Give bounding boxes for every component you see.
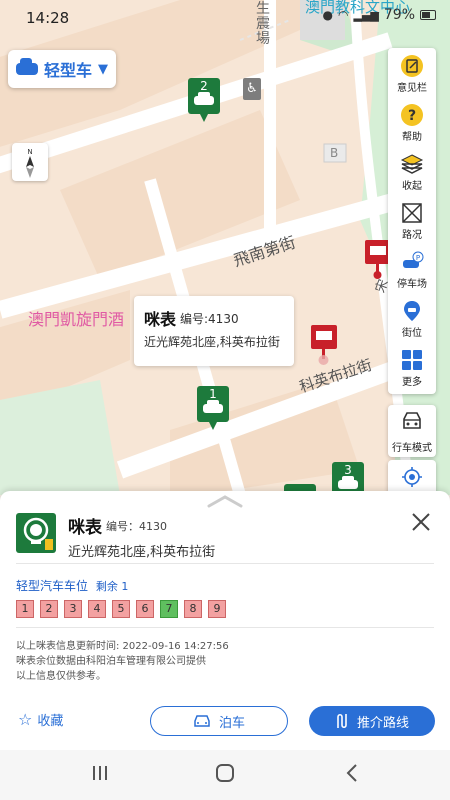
feedback-icon xyxy=(401,55,423,77)
favorite-label: 收藏 xyxy=(37,714,64,729)
more-icon xyxy=(402,350,422,370)
street-spot-label: 街位 xyxy=(402,328,422,339)
park-label: 泊车 xyxy=(218,715,245,731)
street-spot-button[interactable]: 街位 xyxy=(388,293,436,341)
parking-meter-icon xyxy=(16,513,56,553)
meter-title: 咪表 xyxy=(68,518,102,538)
parking-label: 停车场 xyxy=(397,279,427,290)
car-front-icon xyxy=(403,412,421,429)
svg-text:P: P xyxy=(416,254,420,262)
recommend-route-button[interactable]: 推介路线 xyxy=(309,706,435,736)
locate-icon xyxy=(402,467,422,487)
street-spot-icon xyxy=(404,301,420,321)
popup-number: 编号:4130 xyxy=(180,312,239,326)
help-icon: ? xyxy=(401,104,423,126)
home-button[interactable] xyxy=(210,762,240,788)
drive-mode-label: 行车模式 xyxy=(392,443,432,454)
info-disclaimer: 以上信息仅供参考。 xyxy=(16,671,106,682)
close-icon xyxy=(412,513,430,531)
meter-marker-number: 3 xyxy=(344,463,352,477)
traffic-label: 路况 xyxy=(402,230,422,241)
spot-heading: 轻型汽车车位 剩余 1 xyxy=(16,577,128,594)
accessible-parking-icon: ♿ xyxy=(243,78,261,100)
star-icon: ☆ xyxy=(18,710,33,729)
recent-apps-button[interactable] xyxy=(85,762,115,788)
back-icon xyxy=(346,764,357,782)
meter-popup[interactable]: 咪表 编号:4130 近光辉苑北座,科英布拉街 xyxy=(134,296,294,366)
meter-marker-number: 2 xyxy=(200,79,208,93)
signal-icon: ▂▄▆ xyxy=(353,8,379,22)
help-label: 帮助 xyxy=(402,132,422,143)
parking-spot: 6 xyxy=(136,600,154,618)
info-update-time: 以上咪表信息更新时间: 2022-09-16 14:27:56 xyxy=(16,641,229,652)
parking-spot: 9 xyxy=(208,600,226,618)
collapse-layers-button[interactable]: 收起 xyxy=(388,146,436,194)
route-icon xyxy=(337,713,347,729)
recent-apps-icon xyxy=(93,766,107,780)
popup-address: 近光辉苑北座,科英布拉街 xyxy=(144,335,280,349)
vehicle-type-label: 轻型车 xyxy=(43,61,92,80)
locate-me-button[interactable] xyxy=(388,460,436,494)
back-button[interactable] xyxy=(338,762,368,788)
parking-spot: 5 xyxy=(112,600,130,618)
parking-spot: 7 xyxy=(160,600,178,618)
parking-icon: P xyxy=(403,251,424,268)
favorite-button[interactable]: ☆ 收藏 xyxy=(18,710,63,729)
map-tools-panel: 意见栏 ? 帮助 收起 路况 P 停车场 街位 更多 xyxy=(388,48,436,394)
spot-remaining: 剩余 1 xyxy=(95,580,129,593)
divider xyxy=(16,627,434,628)
more-label: 更多 xyxy=(402,377,422,388)
more-button[interactable]: 更多 xyxy=(388,342,436,390)
popup-title: 咪表 xyxy=(144,310,177,329)
drive-mode-button[interactable]: 行车模式 xyxy=(388,405,436,457)
map-label-b: B xyxy=(330,146,339,160)
spot-list: 123456789 xyxy=(16,600,226,618)
layers-icon xyxy=(400,154,424,174)
meter-detail-sheet: 咪表 编号：4130 近光辉苑北座,科英布拉街 轻型汽车车位 剩余 1 1234… xyxy=(0,491,450,750)
meter-address: 近光辉苑北座,科英布拉街 xyxy=(68,545,216,560)
help-button[interactable]: ? 帮助 xyxy=(388,97,436,145)
battery-text: 79% xyxy=(383,7,415,23)
system-nav-bar xyxy=(0,750,450,800)
park-button[interactable]: 泊车 xyxy=(150,706,288,736)
feedback-button[interactable]: 意见栏 xyxy=(388,48,436,96)
wifi-icon: ◠ xyxy=(338,8,349,22)
chevron-up-icon[interactable] xyxy=(205,493,245,509)
parking-lot-button[interactable]: P 停车场 xyxy=(388,244,436,292)
parking-spot: 4 xyxy=(88,600,106,618)
traffic-icon xyxy=(402,203,422,223)
divider xyxy=(16,563,434,564)
parking-spot: 8 xyxy=(184,600,202,618)
status-bar: 14:28 ● ◠ ▂▄▆ 79% xyxy=(0,0,450,34)
location-icon: ● xyxy=(322,8,333,22)
parking-spot: 1 xyxy=(16,600,34,618)
car-icon xyxy=(15,58,38,75)
close-button[interactable] xyxy=(408,509,434,535)
home-icon xyxy=(216,764,234,782)
battery-icon xyxy=(420,10,436,20)
traffic-button[interactable]: 路况 xyxy=(388,195,436,243)
meter-number: 编号：4130 xyxy=(106,520,167,533)
meter-marker-number: 1 xyxy=(209,387,217,401)
vehicle-type-dropdown[interactable]: 轻型车 ▼ xyxy=(8,50,116,88)
svg-text:N: N xyxy=(27,148,32,156)
status-time: 14:28 xyxy=(26,9,70,27)
info-data-source: 咪表余位数据由科阳泊车管理有限公司提供 xyxy=(16,656,206,667)
svg-text:?: ? xyxy=(408,108,416,124)
route-label: 推介路线 xyxy=(356,715,409,731)
parking-spot: 2 xyxy=(40,600,58,618)
map-label-hotel: 澳門凱旋門酒 xyxy=(28,310,125,329)
car-icon xyxy=(194,715,210,727)
compass-button[interactable]: N xyxy=(12,143,48,181)
compass-icon: N xyxy=(26,148,34,178)
collapse-label: 收起 xyxy=(402,181,422,192)
chevron-down-icon: ▼ xyxy=(98,61,108,77)
status-right: ● ◠ ▂▄▆ 79% xyxy=(323,7,436,23)
parking-spot: 3 xyxy=(64,600,82,618)
feedback-label: 意见栏 xyxy=(397,83,427,94)
spot-heading-label: 轻型汽车车位 xyxy=(16,579,89,593)
